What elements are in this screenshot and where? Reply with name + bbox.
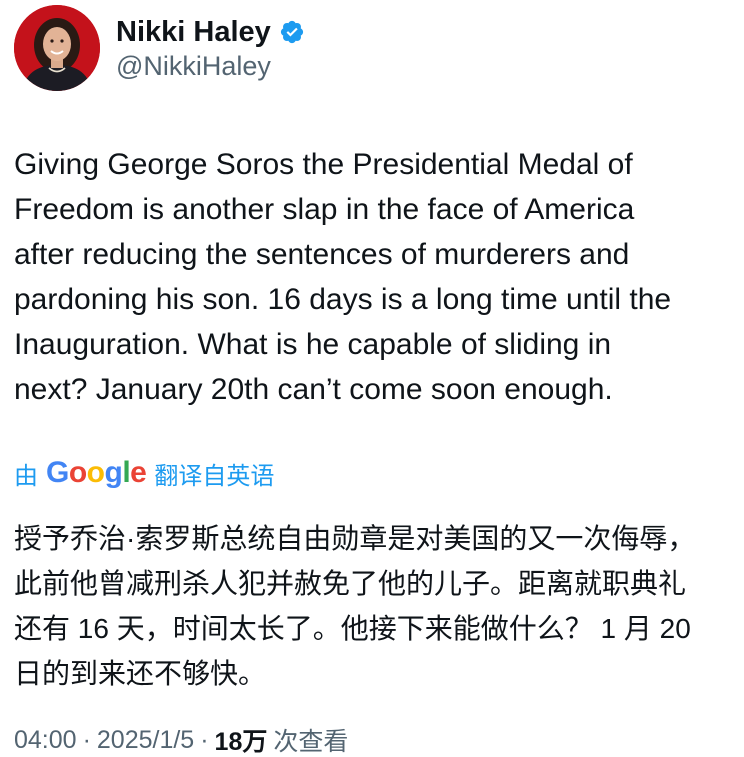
translated-text: 授予乔治·索罗斯总统自由勋章是对美国的又一次侮辱， 此前他曾减刑杀人犯并赦免了他… (14, 523, 696, 689)
tweet-date[interactable]: 2025/1/5 (97, 726, 194, 755)
verified-badge-icon (280, 20, 303, 44)
views-label: 次查看 (273, 728, 349, 756)
tweet-time[interactable]: 04:00 (14, 726, 77, 755)
meta-separator: · (200, 725, 209, 754)
author-handle[interactable]: @NikkiHaley (116, 51, 271, 82)
translated-by-label: 由 (14, 462, 38, 490)
avatar[interactable] (14, 5, 100, 91)
tweet-text: Giving George Soros the Presidential Med… (14, 148, 672, 406)
avatar-portrait-image (14, 5, 100, 91)
tweet-card: Nikki Haley @NikkiHaley Giving George So… (0, 0, 744, 757)
views-count[interactable]: 18万 (215, 722, 268, 757)
translated-from-english-link[interactable]: 翻译自英语 (154, 456, 274, 491)
author-name-row: Nikki Haley (116, 12, 305, 52)
tweet-meta: 04:00 · 2025/1/5 · 18万 次查看 (14, 722, 348, 757)
google-logo: Google (46, 456, 147, 489)
meta-separator: · (82, 725, 91, 754)
translation-attribution[interactable]: 由 Google 翻译自英语 (14, 452, 274, 494)
author-name[interactable]: Nikki Haley (116, 16, 271, 49)
